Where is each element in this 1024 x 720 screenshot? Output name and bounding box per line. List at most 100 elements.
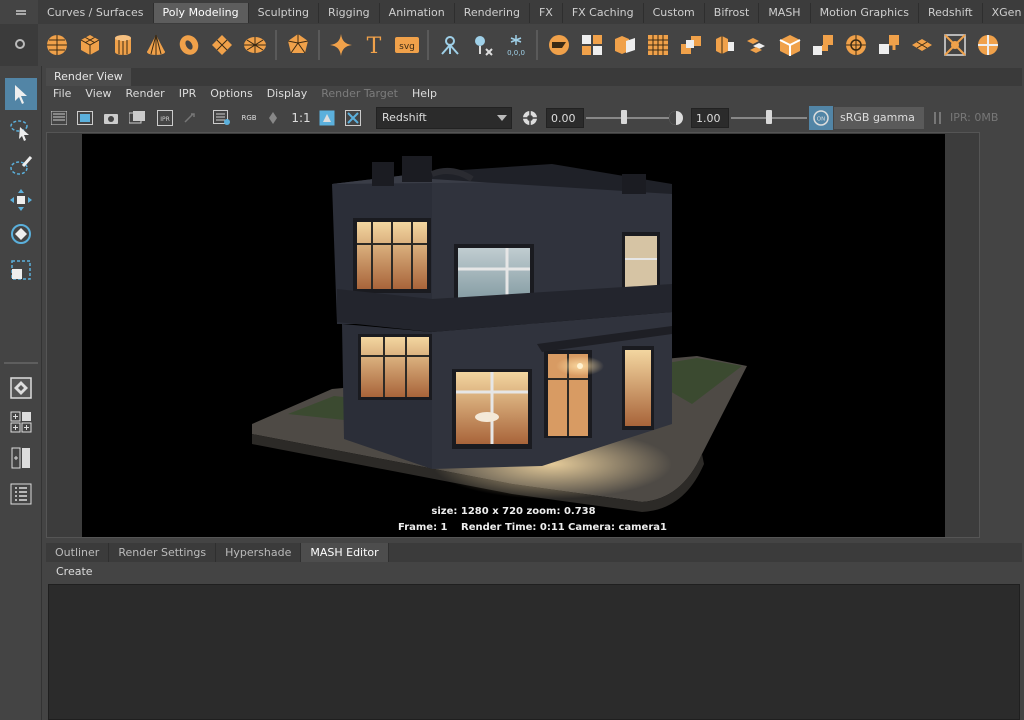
menu-display[interactable]: Display xyxy=(260,86,315,104)
platonic-solid-icon[interactable] xyxy=(281,29,314,61)
refresh-ipr-icon[interactable] xyxy=(180,108,198,128)
tab-hypershade[interactable]: Hypershade xyxy=(216,543,302,562)
renderer-dropdown[interactable]: Redshift xyxy=(376,107,512,129)
remove-image-icon[interactable] xyxy=(344,108,362,128)
move-tool-icon[interactable] xyxy=(5,184,37,216)
redo-previous-render-icon[interactable] xyxy=(50,108,68,128)
shelf-tab-rendering[interactable]: Rendering xyxy=(455,3,530,23)
gamma-icon[interactable] xyxy=(666,108,686,128)
single-perspective-layout-icon[interactable] xyxy=(5,372,37,404)
gamma-field[interactable]: 1.00 xyxy=(691,108,729,128)
menu-file[interactable]: File xyxy=(46,86,78,104)
two-view-layout-icon[interactable] xyxy=(5,442,37,474)
ipr-render-icon[interactable]: IPR xyxy=(156,108,174,128)
svg-icon[interactable]: svg xyxy=(390,29,423,61)
render-viewport[interactable]: size: 1280 x 720 zoom: 0.738 Frame: 1 Re… xyxy=(46,132,980,538)
render-camera-info: Camera: camera1 xyxy=(568,522,667,533)
bridge-icon[interactable] xyxy=(674,29,707,61)
render-view-title-bar: Render View xyxy=(46,68,1022,86)
menu-help[interactable]: Help xyxy=(405,86,444,104)
smooth-icon[interactable] xyxy=(641,29,674,61)
real-size-button[interactable]: 1:1 xyxy=(290,108,312,128)
crease-icon[interactable] xyxy=(938,29,971,61)
shelf-tab-custom[interactable]: Custom xyxy=(644,3,705,23)
separate-icon[interactable] xyxy=(575,29,608,61)
render-view-side-area xyxy=(980,132,1022,538)
shelf-tabs: Curves / Surfaces Poly Modeling Sculpting R… xyxy=(38,3,1024,24)
mash-editor-canvas[interactable] xyxy=(48,584,1020,720)
poly-cube-icon[interactable] xyxy=(73,29,106,61)
exposure-icon[interactable] xyxy=(520,108,540,128)
extrude-icon[interactable] xyxy=(707,29,740,61)
color-management-toggle[interactable]: ON xyxy=(809,106,833,130)
create-menu[interactable]: Create xyxy=(56,565,93,578)
alpha-channel-icon[interactable] xyxy=(264,108,282,128)
shelf-tab-animation[interactable]: Animation xyxy=(380,3,455,23)
color-space-field[interactable]: sRGB gamma xyxy=(834,107,924,129)
exposure-slider-handle[interactable] xyxy=(621,110,627,124)
lasso-tool-icon[interactable] xyxy=(5,114,37,146)
tab-outliner[interactable]: Outliner xyxy=(46,543,110,562)
poly-sphere-icon[interactable] xyxy=(40,29,73,61)
outliner-layout-icon[interactable] xyxy=(5,478,37,510)
poly-disc-icon[interactable] xyxy=(238,29,271,61)
gamma-slider-handle[interactable] xyxy=(766,110,772,124)
pause-ipr-icon[interactable] xyxy=(932,108,944,128)
render-view-tab[interactable]: Render View xyxy=(46,68,131,86)
shelf-settings-icon[interactable] xyxy=(0,24,38,66)
menu-options[interactable]: Options xyxy=(203,86,259,104)
multi-cut-icon[interactable] xyxy=(839,29,872,61)
target-weld-icon[interactable] xyxy=(872,29,905,61)
tab-render-settings[interactable]: Render Settings xyxy=(109,543,217,562)
menu-render[interactable]: Render xyxy=(119,86,172,104)
shelf-tab-poly-modeling[interactable]: Poly Modeling xyxy=(153,3,249,23)
merge-icon[interactable] xyxy=(806,29,839,61)
shelf-menu-icon[interactable] xyxy=(0,0,38,24)
shelf-tab-xgen[interactable]: XGen xyxy=(983,3,1024,23)
svg-text:IPR: IPR xyxy=(160,116,170,123)
select-tool-icon[interactable] xyxy=(5,78,37,110)
append-icon[interactable] xyxy=(740,29,773,61)
mirror-icon[interactable] xyxy=(433,29,466,61)
bevel-icon[interactable] xyxy=(773,29,806,61)
shelf-separator xyxy=(275,30,277,60)
snapshot-icon[interactable] xyxy=(102,108,120,128)
shelf-tab-mash[interactable]: MASH xyxy=(759,3,811,23)
exposure-field[interactable]: 0.00 xyxy=(546,108,584,128)
paint-select-tool-icon[interactable] xyxy=(5,150,37,182)
shelf-tab-rigging[interactable]: Rigging xyxy=(319,3,380,23)
menu-ipr[interactable]: IPR xyxy=(172,86,204,104)
super-shape-icon[interactable] xyxy=(324,29,357,61)
quad-draw-icon[interactable] xyxy=(905,29,938,61)
display-region-icon[interactable] xyxy=(318,108,336,128)
shelf-tab-curves-surfaces[interactable]: Curves / Surfaces xyxy=(38,3,154,23)
transform-reset-icon[interactable] xyxy=(466,29,499,61)
rgb-channel-button[interactable]: RGB xyxy=(238,108,260,128)
rotate-tool-icon[interactable] xyxy=(5,218,37,250)
shelf-tab-fx-caching[interactable]: FX Caching xyxy=(563,3,644,23)
shelf-tab-redshift[interactable]: Redshift xyxy=(919,3,983,23)
poly-plane-icon[interactable] xyxy=(205,29,238,61)
shelf-tab-fx[interactable]: FX xyxy=(530,3,563,23)
scale-tool-icon[interactable] xyxy=(5,254,37,286)
svg-text:T: T xyxy=(366,34,381,58)
render-settings-icon[interactable] xyxy=(212,108,232,128)
tab-mash-editor[interactable]: MASH Editor xyxy=(301,543,389,562)
combine-icon[interactable] xyxy=(542,29,575,61)
four-view-layout-icon[interactable] xyxy=(5,406,37,438)
render-region-icon[interactable] xyxy=(76,108,94,128)
sculpt-sphere-icon[interactable] xyxy=(971,29,1004,61)
text-icon[interactable]: T xyxy=(357,29,390,61)
shelf-tab-sculpting[interactable]: Sculpting xyxy=(249,3,319,23)
poly-torus-icon[interactable] xyxy=(172,29,205,61)
shelf-tab-motion-graphics[interactable]: Motion Graphics xyxy=(811,3,919,23)
render-sequence-icon[interactable] xyxy=(128,108,146,128)
poly-cylinder-icon[interactable] xyxy=(106,29,139,61)
shelf-tab-bifrost[interactable]: Bifrost xyxy=(705,3,760,23)
menu-render-target[interactable]: Render Target xyxy=(314,86,405,104)
shelf: T svg 0,0,0 xyxy=(0,24,1024,66)
extract-icon[interactable] xyxy=(608,29,641,61)
poly-cone-icon[interactable] xyxy=(139,29,172,61)
menu-view[interactable]: View xyxy=(78,86,118,104)
freeze-transform-icon[interactable]: 0,0,0 xyxy=(499,29,532,61)
